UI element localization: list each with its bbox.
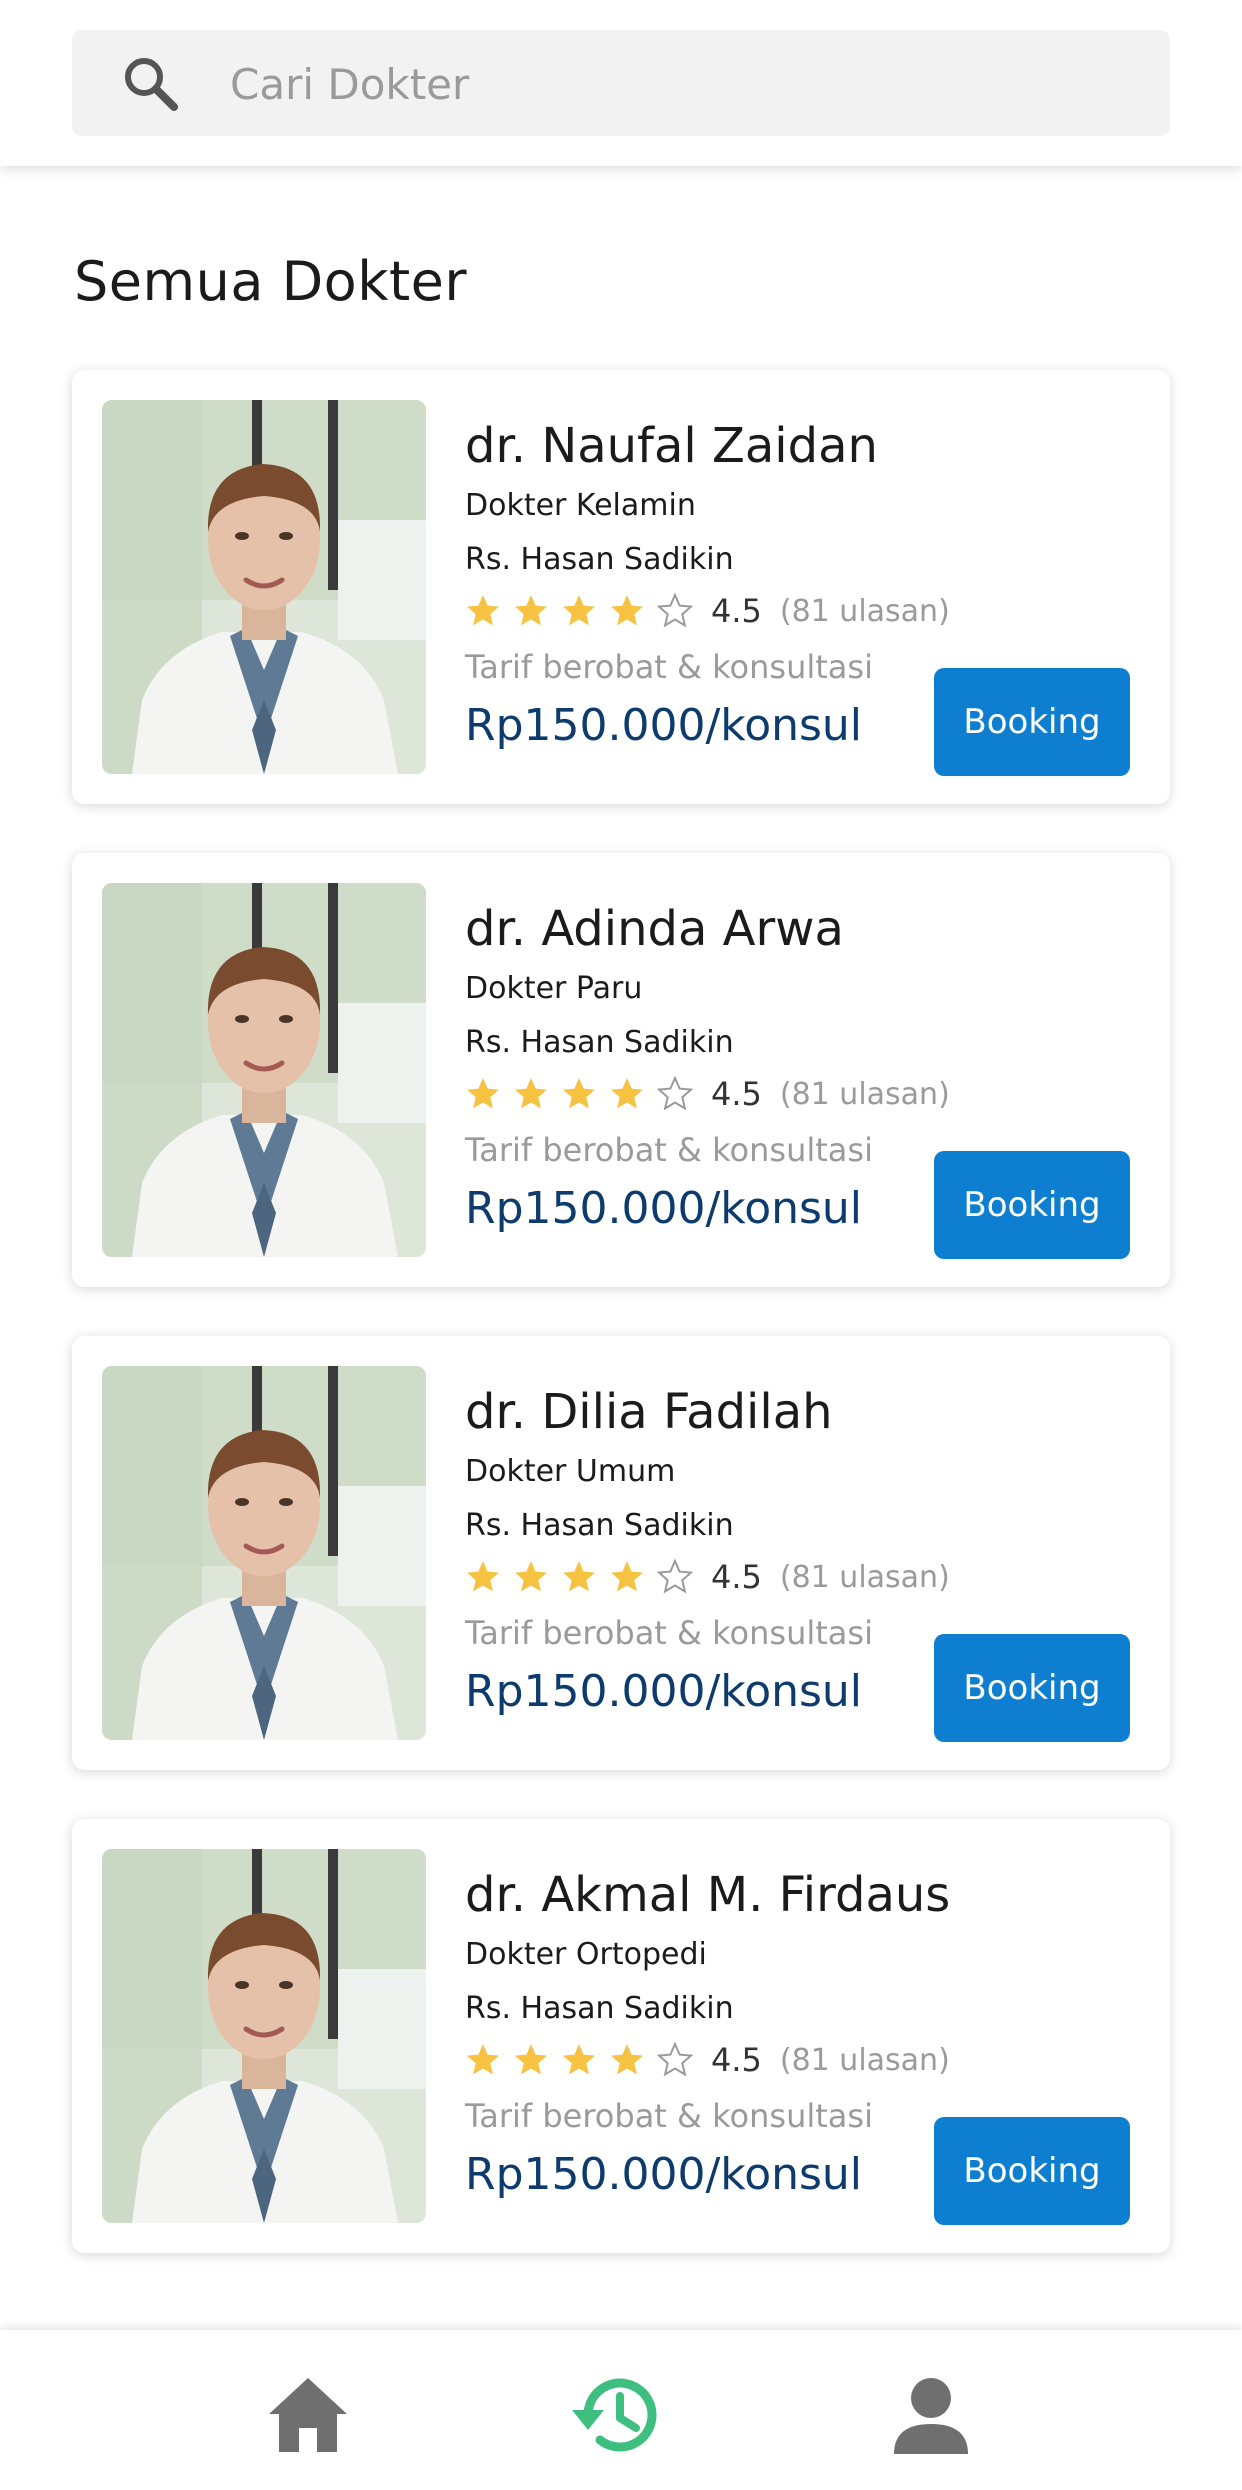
home-icon: [269, 2378, 347, 2452]
nav-home[interactable]: [263, 2370, 353, 2460]
search-bar[interactable]: [72, 30, 1170, 138]
star-filled-icon: [563, 2044, 595, 2075]
booking-button[interactable]: Booking: [934, 1634, 1130, 1742]
star-empty-icon: [657, 1076, 693, 1111]
doctor-specialty: Dokter Umum: [465, 1454, 676, 1489]
doctor-hospital: Rs. Hasan Sadikin: [465, 1025, 734, 1060]
star-filled-icon: [467, 1561, 499, 1592]
doctor-name: dr. Dilia Fadilah: [465, 1384, 833, 1440]
bottom-nav: [0, 2330, 1242, 2490]
booking-button[interactable]: Booking: [934, 1151, 1130, 1259]
doctor-card[interactable]: dr. Dilia Fadilah Dokter Umum Rs. Hasan …: [72, 1336, 1170, 1770]
star-filled-icon: [515, 595, 547, 626]
doctor-specialty: Dokter Ortopedi: [465, 1937, 707, 1972]
nav-profile[interactable]: [886, 2370, 976, 2460]
rating-value: 4.5: [711, 1075, 762, 1113]
rating-value: 4.5: [711, 1558, 762, 1596]
star-empty-icon: [657, 1559, 693, 1594]
top-bar: [0, 0, 1242, 166]
review-count: (81 ulasan): [779, 1076, 950, 1112]
search-input[interactable]: [228, 30, 1132, 138]
search-icon: [125, 58, 178, 111]
rating-row: 4.5 (81 ulasan): [465, 2039, 950, 2081]
price: Rp150.000/konsul: [465, 1666, 863, 1717]
doctor-photo: [102, 1849, 426, 2223]
rating-stars: [465, 593, 705, 629]
doctor-photo: [102, 1366, 426, 1740]
tariff-label: Tarif berobat & konsultasi: [465, 1614, 873, 1652]
rating-row: 4.5 (81 ulasan): [465, 1556, 950, 1598]
star-filled-icon: [611, 595, 643, 626]
star-filled-icon: [611, 1078, 643, 1109]
rating-row: 4.5 (81 ulasan): [465, 1073, 950, 1115]
doctor-specialty: Dokter Paru: [465, 971, 643, 1006]
review-count: (81 ulasan): [779, 2042, 950, 2078]
rating-value: 4.5: [711, 2041, 762, 2079]
doctor-photo: [102, 400, 426, 774]
tariff-label: Tarif berobat & konsultasi: [465, 648, 873, 686]
section-title: Semua Dokter: [74, 250, 468, 313]
review-count: (81 ulasan): [779, 1559, 950, 1595]
rating-value: 4.5: [711, 592, 762, 630]
booking-button[interactable]: Booking: [934, 668, 1130, 776]
doctor-name: dr. Adinda Arwa: [465, 901, 844, 957]
star-empty-icon: [657, 2042, 693, 2077]
review-count: (81 ulasan): [779, 593, 950, 629]
star-empty-icon: [657, 593, 693, 628]
price: Rp150.000/konsul: [465, 1183, 863, 1234]
star-filled-icon: [563, 595, 595, 626]
star-filled-icon: [515, 1561, 547, 1592]
rating-stars: [465, 2042, 705, 2078]
star-filled-icon: [611, 2044, 643, 2075]
star-filled-icon: [467, 2044, 499, 2075]
star-filled-icon: [563, 1078, 595, 1109]
doctor-name: dr. Naufal Zaidan: [465, 418, 878, 474]
rating-stars: [465, 1559, 705, 1595]
history-icon: [572, 2378, 657, 2452]
doctor-card[interactable]: dr. Akmal M. Firdaus Dokter Ortopedi Rs.…: [72, 1819, 1170, 2253]
doctor-name: dr. Akmal M. Firdaus: [465, 1867, 951, 1923]
doctor-photo: [102, 883, 426, 1257]
doctor-hospital: Rs. Hasan Sadikin: [465, 1991, 734, 2026]
doctor-card[interactable]: dr. Adinda Arwa Dokter Paru Rs. Hasan Sa…: [72, 853, 1170, 1287]
star-filled-icon: [467, 1078, 499, 1109]
doctor-card[interactable]: dr. Naufal Zaidan Dokter Kelamin Rs. Has…: [72, 370, 1170, 804]
star-filled-icon: [563, 1561, 595, 1592]
tariff-label: Tarif berobat & konsultasi: [465, 2097, 873, 2135]
star-filled-icon: [467, 595, 499, 626]
rating-row: 4.5 (81 ulasan): [465, 590, 950, 632]
star-filled-icon: [515, 2044, 547, 2075]
doctor-hospital: Rs. Hasan Sadikin: [465, 542, 734, 577]
nav-history[interactable]: [566, 2370, 657, 2460]
tariff-label: Tarif berobat & konsultasi: [465, 1131, 873, 1169]
profile-icon: [894, 2378, 968, 2454]
booking-button[interactable]: Booking: [934, 2117, 1130, 2225]
rating-stars: [465, 1076, 705, 1112]
price: Rp150.000/konsul: [465, 700, 863, 751]
price: Rp150.000/konsul: [465, 2149, 863, 2200]
doctor-specialty: Dokter Kelamin: [465, 488, 696, 523]
star-filled-icon: [515, 1078, 547, 1109]
star-filled-icon: [611, 1561, 643, 1592]
doctor-hospital: Rs. Hasan Sadikin: [465, 1508, 734, 1543]
